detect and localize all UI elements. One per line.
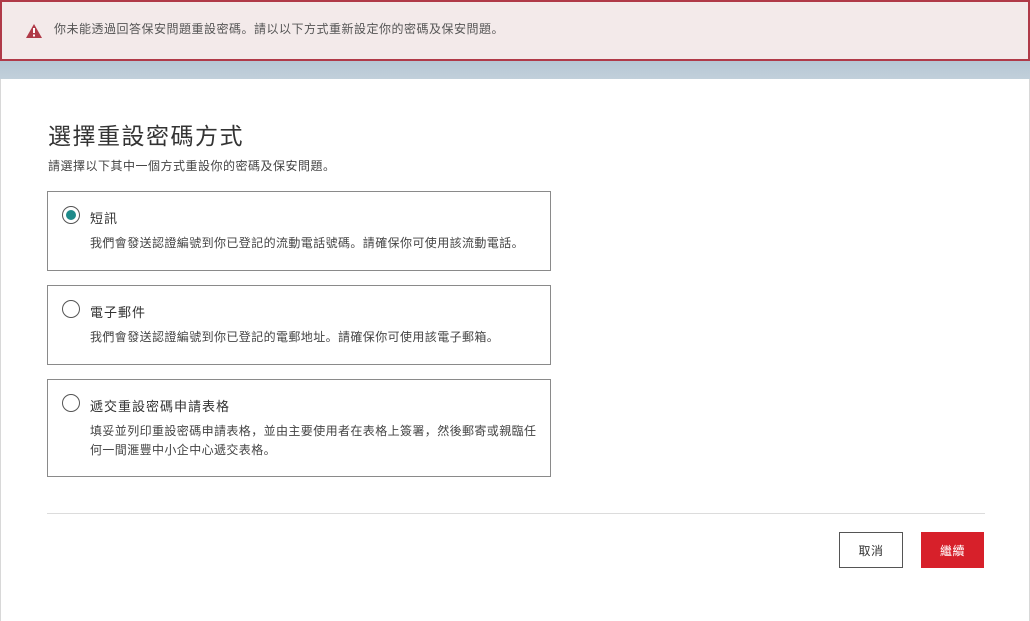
option-email-description: 我們會發送認證編號到你已登記的電郵地址。請確保你可使用該電子郵箱。 [90,330,500,344]
alert-message: 你未能透過回答保安問題重設密碼。請以以下方式重新設定你的密碼及保安問題。 [54,22,505,36]
option-sms-description: 我們會發送認證編號到你已登記的流動電話號碼。請確保你可使用該流動電話。 [90,236,525,250]
option-email[interactable]: 電子郵件 我們會發送認證編號到你已登記的電郵地址。請確保你可使用該電子郵箱。 [47,285,551,365]
cancel-button[interactable]: 取消 [839,532,903,568]
footer-divider [47,513,985,514]
error-alert-banner: 你未能透過回答保安問題重設密碼。請以以下方式重新設定你的密碼及保安問題。 [0,0,1030,61]
continue-button[interactable]: 繼續 [921,532,984,568]
option-form-label: 遞交重設密碼申請表格 [90,400,231,415]
option-form[interactable]: 遞交重設密碼申請表格 填妥並列印重設密碼申請表格，並由主要使用者在表格上簽署，然… [47,379,551,477]
reset-method-dialog: 選擇重設密碼方式 請選擇以下其中一個方式重設你的密碼及保安問題。 短訊 我們會發… [0,79,1030,621]
email-radio-button[interactable] [62,300,80,318]
page-title: 選擇重設密碼方式 [48,124,244,150]
option-form-description: 填妥並列印重設密碼申請表格，並由主要使用者在表格上簽署，然後郵寄或親臨任何一間滙… [90,424,537,457]
warning-icon [26,23,42,38]
form-radio-button[interactable] [62,394,80,412]
option-sms[interactable]: 短訊 我們會發送認證編號到你已登記的流動電話號碼。請確保你可使用該流動電話。 [47,191,551,271]
option-email-label: 電子郵件 [90,306,147,321]
option-sms-label: 短訊 [90,212,119,227]
page-subtitle: 請選擇以下其中一個方式重設你的密碼及保安問題。 [48,159,336,173]
sms-radio-button[interactable] [62,206,80,224]
